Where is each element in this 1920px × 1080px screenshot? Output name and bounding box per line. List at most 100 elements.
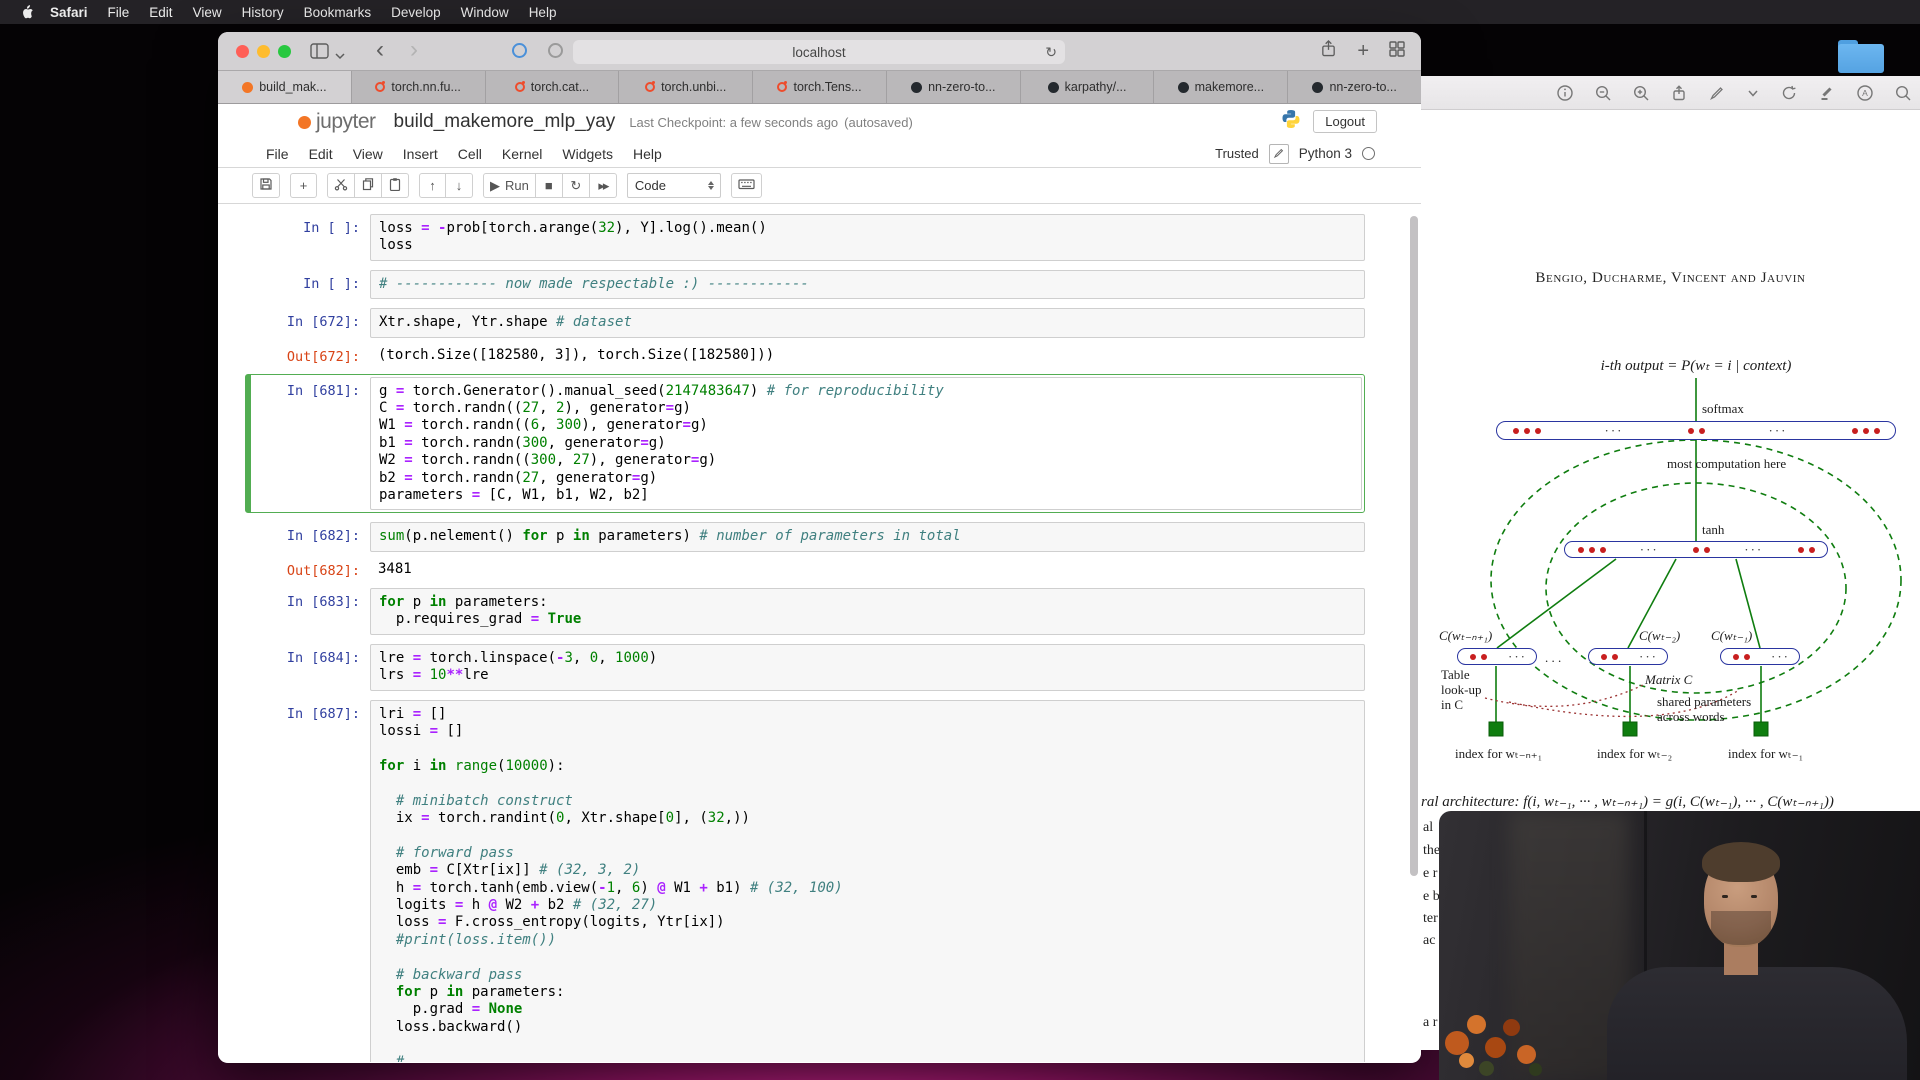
zoom-out-icon[interactable]: [1594, 84, 1612, 102]
chevron-down-icon[interactable]: [1746, 84, 1760, 102]
extension-icon-2[interactable]: [548, 43, 563, 58]
output-prompt: Out[672]:: [286, 348, 360, 365]
extension-icon-1[interactable]: [512, 43, 527, 58]
menubar-app-name[interactable]: Safari: [40, 5, 98, 20]
down-button[interactable]: ↓: [446, 173, 473, 198]
ellipsis-dots: ···: [1768, 422, 1788, 438]
notebook-cell[interactable]: In [683]: for p in parameters: p.requires…: [252, 587, 1365, 635]
menu-item-view[interactable]: View: [343, 143, 393, 165]
code-input[interactable]: lri = [] lossi = [] for i in range(10000)…: [370, 699, 1365, 1062]
sidebar-chevron-icon[interactable]: [335, 47, 345, 65]
scrollbar-thumb[interactable]: [1410, 216, 1418, 876]
notebook-cell[interactable]: In [682]: sum(p.nelement() for p in param…: [252, 522, 1365, 579]
copy-button[interactable]: [355, 173, 382, 198]
kernel-name[interactable]: Python 3: [1299, 146, 1352, 161]
fast-forward-button[interactable]: ▸▸: [589, 173, 617, 198]
highlighter-icon[interactable]: [1818, 84, 1836, 102]
notebook-cell[interactable]: In [672]: Xtr.shape, Ytr.shape # dataset O…: [252, 308, 1365, 365]
tab-nn-zero-to[interactable]: nn-zero-to...: [885, 71, 1020, 103]
minimize-button[interactable]: [257, 45, 270, 58]
menubar-item-bookmarks[interactable]: Bookmarks: [294, 5, 382, 20]
logout-button[interactable]: Logout: [1313, 110, 1377, 133]
tab-torch-nn-fu[interactable]: torch.nn.fu...: [350, 71, 485, 103]
text-style-icon[interactable]: A: [1856, 84, 1874, 102]
notebook-title[interactable]: build_makemore_mlp_yay: [394, 111, 616, 133]
pencil-icon[interactable]: [1708, 84, 1726, 102]
zoom-button[interactable]: [278, 45, 291, 58]
menubar-item-view[interactable]: View: [183, 5, 232, 20]
notebook-cell[interactable]: In [ ]: # ------------ now made respectab…: [252, 269, 1365, 300]
tab-overview-icon[interactable]: [1389, 40, 1405, 62]
figure-matrix-c-label: Matrix C: [1645, 672, 1693, 687]
notebook-cell[interactable]: In [ ]: loss = -prob[torch.arange(32), Y]…: [252, 214, 1365, 261]
tab-torch-tens[interactable]: torch.Tens...: [752, 71, 886, 103]
code-input[interactable]: loss = -prob[torch.arange(32), Y].log().…: [370, 214, 1365, 261]
refresh-button[interactable]: ↻: [562, 173, 590, 198]
code-input[interactable]: sum(p.nelement() for p in parameters) # …: [370, 522, 1365, 552]
menu-item-cell[interactable]: Cell: [448, 143, 492, 165]
menubar-item-history[interactable]: History: [232, 5, 294, 20]
search-icon[interactable]: [1894, 84, 1912, 102]
new-tab-button[interactable]: +: [1357, 41, 1369, 61]
tab-label: torch.Tens...: [793, 80, 862, 94]
share-icon[interactable]: [1670, 84, 1688, 102]
up-button[interactable]: ↑: [419, 173, 446, 198]
menu-item-help[interactable]: Help: [623, 143, 672, 165]
code-input[interactable]: lre = torch.linspace(-3, 0, 1000) lrs = 1…: [370, 643, 1365, 691]
menubar-item-develop[interactable]: Develop: [381, 5, 451, 20]
notebook-cell[interactable]: In [681]: g = torch.Generator().manual_se…: [245, 373, 1365, 514]
copy-icon: [361, 177, 375, 194]
run-button[interactable]: ▶ Run: [483, 173, 536, 198]
tab-makemore[interactable]: makemore...: [1153, 71, 1288, 103]
menubar-item-edit[interactable]: Edit: [139, 5, 182, 20]
save-button[interactable]: [252, 173, 280, 198]
code-input[interactable]: for p in parameters: p.requires_grad = T…: [370, 587, 1365, 635]
code-line: # forward pass: [395, 844, 514, 861]
zoom-in-icon[interactable]: [1632, 84, 1650, 102]
menu-item-widgets[interactable]: Widgets: [552, 143, 623, 165]
back-button[interactable]: ‹: [376, 38, 384, 62]
menubar-item-file[interactable]: File: [98, 5, 140, 20]
desktop-folder-icon[interactable]: [1838, 40, 1884, 73]
menu-item-insert[interactable]: Insert: [393, 143, 448, 165]
reload-icon[interactable]: ↻: [1045, 44, 1057, 61]
embedding-box-1: ···: [1457, 648, 1537, 665]
share-icon[interactable]: [1320, 39, 1337, 63]
command-palette-button[interactable]: [730, 173, 762, 198]
softmax-layer-box: ··· ···: [1496, 421, 1896, 440]
cell-type-select[interactable]: Code: [626, 173, 721, 198]
menubar-item-help[interactable]: Help: [519, 5, 567, 20]
add-button[interactable]: +: [290, 173, 317, 198]
tab-karpathy[interactable]: karpathy/...: [1019, 71, 1154, 103]
stop-button[interactable]: ■: [535, 173, 563, 198]
tab-build-mak[interactable]: build_mak...: [218, 71, 351, 103]
close-button[interactable]: [236, 45, 249, 58]
sidebar-toggle-icon[interactable]: [310, 43, 329, 64]
apple-menu-icon[interactable]: [14, 4, 40, 20]
cut-button[interactable]: [327, 173, 355, 198]
code-input[interactable]: g = torch.Generator().manual_seed(214748…: [370, 376, 1362, 511]
tab-torch-unbi[interactable]: torch.unbi...: [618, 71, 753, 103]
menu-item-file[interactable]: File: [256, 143, 299, 165]
code-line: loss.backward(): [379, 1018, 523, 1035]
menubar-item-window[interactable]: Window: [451, 5, 519, 20]
code-input[interactable]: Xtr.shape, Ytr.shape # dataset: [370, 308, 1365, 338]
paste-button[interactable]: [382, 173, 409, 198]
notebook-cell[interactable]: In [684]: lre = torch.linspace(-3, 0, 100…: [252, 643, 1365, 691]
rotate-icon[interactable]: [1780, 84, 1798, 102]
menu-item-edit[interactable]: Edit: [299, 143, 343, 165]
unit-dots: [1510, 427, 1543, 434]
address-bar[interactable]: localhost ↻: [573, 40, 1065, 64]
code-line: loss: [379, 237, 413, 254]
notebook-cell[interactable]: In [687]: lri = [] lossi = [] for i in ran…: [252, 699, 1365, 1062]
unit-dots: [1795, 546, 1817, 553]
tab-nn-zero-to[interactable]: nn-zero-to...: [1287, 71, 1421, 103]
code-input[interactable]: # ------------ now made respectable :) -…: [370, 269, 1365, 300]
info-icon[interactable]: [1556, 84, 1574, 102]
menu-item-kernel[interactable]: Kernel: [492, 143, 552, 165]
unit-dot: [1687, 427, 1694, 434]
tab-torch-cat[interactable]: torch.cat...: [484, 71, 619, 103]
unit-dot: [1698, 427, 1705, 434]
forward-button[interactable]: ›: [410, 38, 418, 62]
jupyter-logo-icon[interactable]: jupyter: [298, 110, 376, 134]
